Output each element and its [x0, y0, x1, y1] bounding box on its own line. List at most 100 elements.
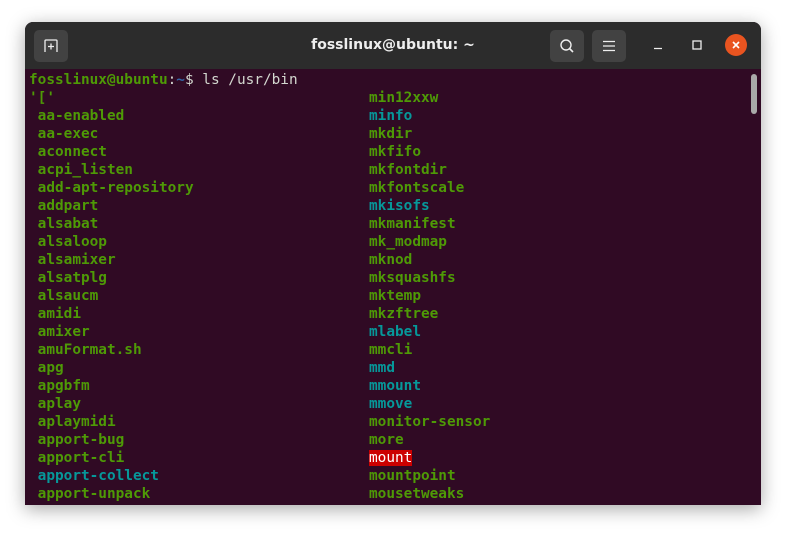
- command-text: ls /usr/bin: [193, 72, 298, 88]
- file-entry: mkfontscale: [369, 179, 464, 197]
- file-entry: mktemp: [369, 287, 421, 305]
- file-entry: mkdir: [369, 125, 412, 143]
- file-name: monitor-sensor: [369, 414, 491, 430]
- file-name: mkfifo: [369, 144, 421, 160]
- file-entry: mmount: [369, 377, 421, 395]
- scrollbar-thumb[interactable]: [751, 74, 757, 114]
- terminal-window: fosslinux@ubuntu: ~ fosslinux@ubuntu:~$ …: [25, 22, 761, 505]
- file-name: mmd: [369, 360, 395, 376]
- file-name: addpart: [29, 198, 99, 214]
- file-name: amuFormat.sh: [29, 342, 142, 358]
- minimize-icon: [654, 47, 662, 50]
- file-entry: more: [369, 431, 404, 449]
- file-entry: apport-unpack: [29, 485, 151, 503]
- file-entry: mkisofs: [369, 197, 430, 215]
- file-entry: mkmanifest: [369, 215, 456, 233]
- file-name: mkisofs: [369, 198, 430, 214]
- terminal-output[interactable]: fosslinux@ubuntu:~$ ls /usr/bin '[' aa-e…: [25, 69, 761, 505]
- file-name: mount: [369, 450, 413, 466]
- file-name: mountpoint: [369, 468, 456, 484]
- prompt-separator: :: [167, 72, 177, 88]
- file-entry: aa-exec: [29, 125, 99, 143]
- file-name: amixer: [29, 324, 90, 340]
- file-name: aplaymidi: [29, 414, 116, 430]
- file-entry: mmcli: [369, 341, 412, 359]
- file-entry: mknod: [369, 251, 412, 269]
- file-entry: min12xxw: [369, 89, 438, 107]
- file-name: apgbfm: [29, 378, 90, 394]
- file-entry: acpi_listen: [29, 161, 133, 179]
- file-entry: mlabel: [369, 323, 421, 341]
- file-entry: minfo: [369, 107, 412, 125]
- minimize-button[interactable]: [647, 34, 669, 56]
- file-entry: mksquashfs: [369, 269, 456, 287]
- file-entry: apport-cli: [29, 449, 125, 467]
- file-entry: mousetweaks: [369, 485, 464, 503]
- file-name: mkzftree: [369, 306, 439, 322]
- new-tab-button[interactable]: [34, 30, 68, 62]
- file-name: mkfontscale: [369, 180, 465, 196]
- file-name: more: [369, 432, 404, 448]
- file-name: mkdir: [369, 126, 413, 142]
- file-entry: alsaucm: [29, 287, 99, 305]
- file-name: mlabel: [369, 324, 421, 340]
- file-entry: mmove: [369, 395, 412, 413]
- file-name: apg: [29, 360, 64, 376]
- file-name: add-apt-repository: [29, 180, 194, 196]
- file-name: alsamixer: [29, 252, 116, 268]
- file-entry: alsabat: [29, 215, 99, 233]
- file-entry: apport-bug: [29, 431, 125, 449]
- file-entry: mmd: [369, 359, 395, 377]
- file-name: apport-unpack: [29, 486, 151, 502]
- file-entry: mkfontdir: [369, 161, 447, 179]
- file-name: aconnect: [29, 144, 107, 160]
- file-entry: amidi: [29, 305, 81, 323]
- file-entry: aplay: [29, 395, 81, 413]
- file-entry: alsatplg: [29, 269, 107, 287]
- menu-button[interactable]: [592, 30, 626, 62]
- file-name: aa-enabled: [29, 108, 125, 124]
- file-name: min12xxw: [369, 90, 439, 106]
- file-entry: apport-collect: [29, 467, 159, 485]
- file-name: aplay: [29, 396, 81, 412]
- hamburger-menu-icon: [603, 40, 615, 52]
- file-name: apport-collect: [29, 468, 159, 484]
- file-entry: mkfifo: [369, 143, 421, 161]
- file-entry: mk_modmap: [369, 233, 447, 251]
- file-entry: monitor-sensor: [369, 413, 490, 431]
- maximize-icon: [692, 40, 702, 50]
- file-entry: addpart: [29, 197, 99, 215]
- file-entry: alsamixer: [29, 251, 116, 269]
- file-entry: amuFormat.sh: [29, 341, 142, 359]
- title-bar: fosslinux@ubuntu: ~: [25, 22, 761, 69]
- file-entry: mkzftree: [369, 305, 438, 323]
- file-entry: apgbfm: [29, 377, 90, 395]
- file-name: mmcli: [369, 342, 413, 358]
- file-name: amidi: [29, 306, 81, 322]
- file-name: mkmanifest: [369, 216, 456, 232]
- file-entry: mount: [369, 449, 413, 467]
- prompt-user-host: fosslinux@ubuntu: [29, 72, 168, 88]
- file-name: alsabat: [29, 216, 99, 232]
- prompt-line: fosslinux@ubuntu:~$ ls /usr/bin: [29, 71, 298, 89]
- file-name: alsatplg: [29, 270, 107, 286]
- file-name: mktemp: [369, 288, 421, 304]
- file-name: mmount: [369, 378, 421, 394]
- file-entry: add-apt-repository: [29, 179, 194, 197]
- new-tab-icon: [44, 39, 58, 52]
- file-entry: mountpoint: [369, 467, 456, 485]
- search-button[interactable]: [550, 30, 584, 62]
- file-name: alsaucm: [29, 288, 99, 304]
- file-name: apport-bug: [29, 432, 125, 448]
- file-name: mmove: [369, 396, 413, 412]
- file-name: mousetweaks: [369, 486, 465, 502]
- file-name: alsaloop: [29, 234, 107, 250]
- prompt-symbol: $: [184, 72, 194, 88]
- close-button[interactable]: [725, 34, 747, 56]
- file-name: mk_modmap: [369, 234, 447, 250]
- prompt-path: ~: [176, 72, 185, 88]
- file-name: minfo: [369, 108, 413, 124]
- file-name: aa-exec: [29, 126, 99, 142]
- maximize-button[interactable]: [686, 34, 708, 56]
- file-name: mkfontdir: [369, 162, 447, 178]
